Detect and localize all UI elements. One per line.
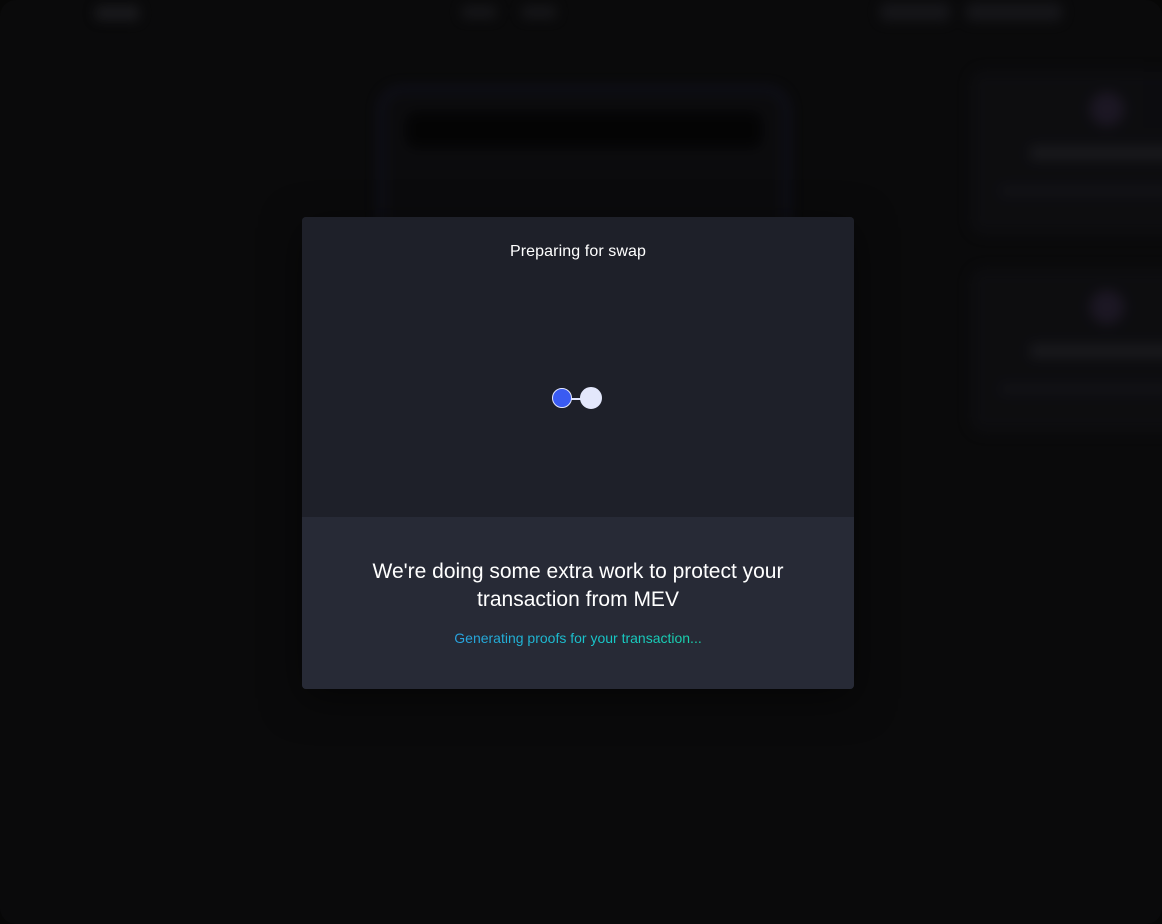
modal-title: Preparing for swap <box>509 243 647 260</box>
background-logo <box>95 6 139 20</box>
background-nav <box>462 6 556 18</box>
background-nav-item <box>462 6 496 18</box>
mev-protection-message: We're doing some extra work to protect y… <box>372 560 784 611</box>
proof-status-text: Generating proofs for your transaction..… <box>302 630 854 646</box>
background-bar <box>1030 344 1162 358</box>
background-wallet-button <box>966 3 1062 21</box>
background-bar <box>1000 384 1162 394</box>
background-network-button <box>880 3 950 21</box>
loader-dot-light <box>580 387 602 409</box>
loader-dot-blue <box>552 388 572 408</box>
background-header <box>0 0 1162 30</box>
background-swap-tabs <box>406 112 762 148</box>
background-side-card <box>970 70 1162 235</box>
background-token-icon <box>1090 290 1124 324</box>
background-side-card <box>970 268 1162 433</box>
modal-header-section: Preparing for swap <box>302 217 854 517</box>
modal-message-section: We're doing some extra work to protect y… <box>302 517 854 689</box>
loading-dots-icon <box>552 387 604 411</box>
background-token-icon <box>1090 92 1124 126</box>
app-window: Preparing for swap We're doing some extr… <box>0 0 1162 924</box>
background-bar <box>1000 186 1162 196</box>
background-nav-item <box>522 6 556 18</box>
swap-preparing-modal: Preparing for swap We're doing some extr… <box>302 217 854 689</box>
background-wallet-area <box>880 3 1062 21</box>
background-bar <box>1030 146 1162 160</box>
